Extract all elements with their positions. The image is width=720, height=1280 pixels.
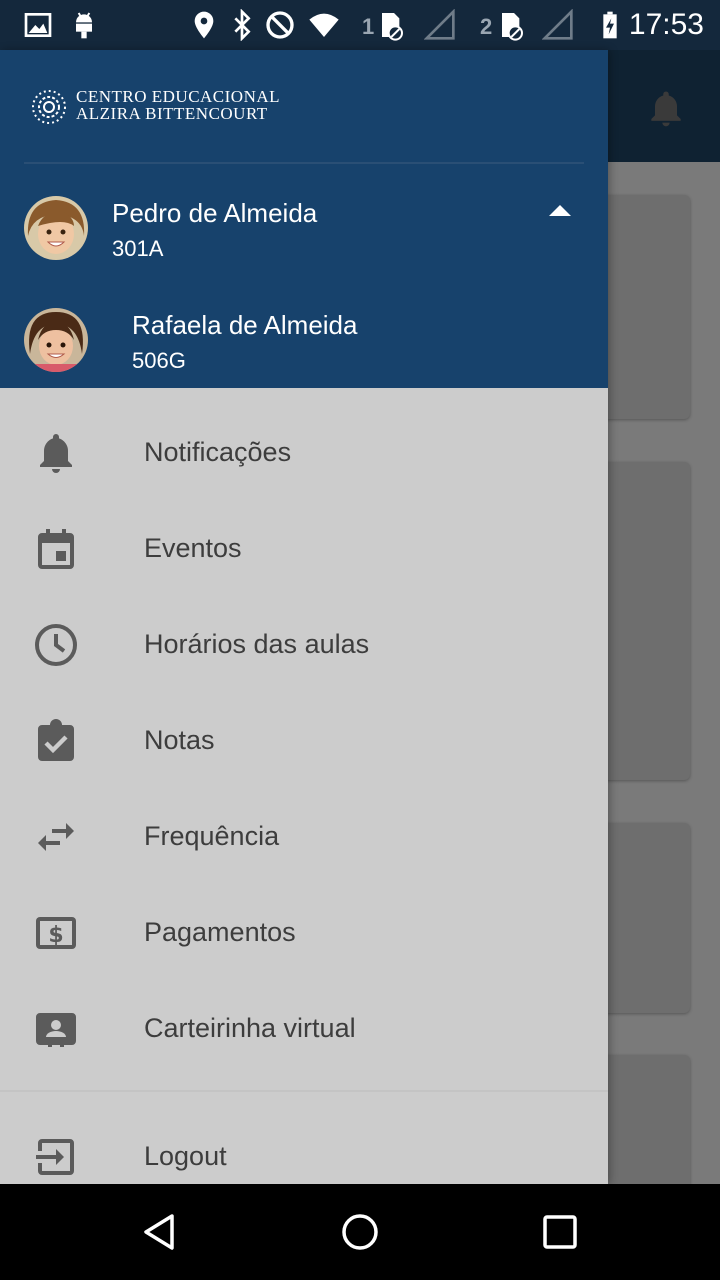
avatar [24, 196, 88, 260]
menu-label: Eventos [144, 533, 242, 563]
school-logo: CENTRO EDUCACIONAL ALZIRA BITTENCOURT [28, 86, 328, 130]
wifi-icon [309, 13, 339, 37]
recents-icon[interactable] [540, 1212, 580, 1252]
account-class: 506G [132, 348, 186, 373]
navigation-drawer: CENTRO EDUCACIONAL ALZIRA BITTENCOURT Pe… [0, 50, 608, 1184]
logo-line-1: CENTRO EDUCACIONAL [76, 87, 281, 106]
account-name: Rafaela de Almeida [132, 310, 358, 340]
bluetooth-icon [234, 9, 251, 41]
menu-item-eventos[interactable]: Eventos [0, 501, 608, 597]
menu-label: Pagamentos [144, 917, 296, 947]
do-not-disturb-icon [266, 11, 294, 39]
menu-item-notificacoes[interactable]: Notificações [0, 405, 608, 501]
content-card[interactable] [600, 823, 690, 1013]
system-navigation-bar [0, 1184, 720, 1280]
menu-label: Logout [144, 1141, 227, 1171]
logo-line-2: ALZIRA BITTENCOURT [76, 104, 268, 123]
menu-divider [0, 1090, 608, 1092]
bell-icon [40, 434, 72, 473]
menu-label: Frequência [144, 821, 280, 851]
drawer-header: CENTRO EDUCACIONAL ALZIRA BITTENCOURT Pe… [0, 50, 608, 388]
menu-label: Horários das aulas [144, 629, 370, 659]
logo-text: CENTRO EDUCACIONAL ALZIRA BITTENCOURT [76, 88, 280, 122]
clipboard-check-icon [38, 719, 74, 761]
dollar-card-icon: $ [36, 917, 76, 949]
menu-item-horarios[interactable]: Horários das aulas [0, 597, 608, 693]
notifications-bell-icon[interactable] [644, 86, 688, 130]
signal-icon [424, 9, 455, 40]
menu-item-notas[interactable]: Notas [0, 693, 608, 789]
menu-item-frequencia[interactable]: Frequência [0, 789, 608, 885]
chevron-up-icon[interactable] [546, 202, 574, 218]
menu-item-logout[interactable]: Logout [0, 1109, 608, 1184]
image-icon [24, 13, 52, 37]
android-icon [76, 12, 92, 39]
content-card[interactable] [600, 462, 690, 780]
content-card[interactable] [600, 195, 690, 419]
logo-sunburst-icon [32, 90, 66, 124]
signal-icon [542, 9, 573, 40]
home-icon[interactable] [340, 1212, 380, 1252]
content-card[interactable] [600, 1055, 690, 1195]
avatar [24, 308, 88, 372]
menu-item-pagamentos[interactable]: $ Pagamentos [0, 885, 608, 981]
id-card-icon [36, 1013, 76, 1047]
logout-icon [36, 1139, 74, 1175]
account-pedro[interactable]: Pedro de Almeida 301A [0, 190, 608, 280]
calendar-icon [38, 529, 74, 569]
menu-label: Notas [144, 725, 215, 755]
svg-text:$: $ [48, 923, 63, 948]
header-divider [24, 162, 584, 164]
child-photo-icon [24, 308, 88, 372]
clock-icon [35, 624, 77, 666]
location-icon [194, 11, 214, 39]
battery-charging-icon [603, 11, 617, 39]
menu-item-carteirinha[interactable]: Carteirinha virtual [0, 981, 608, 1077]
account-name: Pedro de Almeida [112, 198, 318, 228]
child-photo-icon [24, 196, 88, 260]
sim-card-icon [382, 13, 403, 41]
account-rafaela[interactable]: Rafaela de Almeida 506G [0, 302, 608, 392]
sim1-number: 1 [362, 14, 375, 39]
sim2-number: 2 [480, 14, 493, 39]
status-bar: 1 2 17:53 [0, 0, 720, 50]
swap-arrows-icon [38, 823, 74, 851]
menu-label: Notificações [144, 437, 292, 467]
menu-label: Carteirinha virtual [144, 1013, 356, 1043]
clock: 17:53 [628, 8, 704, 41]
back-icon[interactable] [140, 1212, 180, 1252]
sim-card-icon [502, 13, 523, 41]
account-class: 301A [112, 236, 164, 261]
